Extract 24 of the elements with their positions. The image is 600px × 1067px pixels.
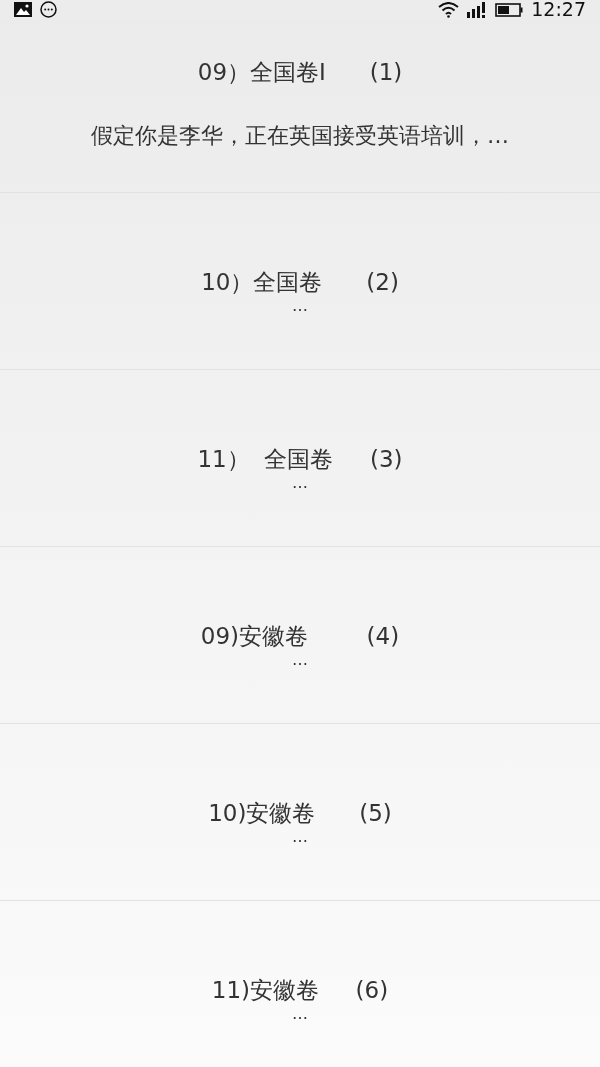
item-snippet: 假定你是李华，正在英国接受英语培训，… [91,122,509,150]
item-snippet: … [292,299,308,313]
list-item[interactable]: 09）全国卷I (1) 假定你是李华，正在英国接受英语培训，… [0,19,600,193]
item-title: 11)安徽卷 (6) [211,976,389,1005]
list-item[interactable]: 11） 全国卷 (3) … [0,370,600,547]
item-title: 10)安徽卷 (5) [208,799,392,828]
signal-icon [467,1,488,18]
image-icon [14,2,32,17]
clock-time: 12:27 [531,0,586,19]
list-item[interactable]: 09)安徽卷 (4) … [0,547,600,724]
item-snippet: … [292,653,308,667]
list-item[interactable]: 10）全国卷 (2) … [0,193,600,370]
list-item[interactable]: 10)安徽卷 (5) … [0,724,600,901]
item-title: 11） 全国卷 (3) [197,445,403,474]
item-snippet: … [292,830,308,844]
wifi-icon [438,1,460,18]
item-title: 09)安徽卷 (4) [200,622,400,651]
more-icon [40,1,57,18]
item-snippet: … [292,1007,308,1021]
list-item[interactable]: 11)安徽卷 (6) … [0,901,600,1067]
battery-icon [495,2,524,17]
item-title: 09）全国卷I (1) [197,58,403,87]
item-snippet: … [292,476,308,490]
item-title: 10）全国卷 (2) [201,268,399,297]
